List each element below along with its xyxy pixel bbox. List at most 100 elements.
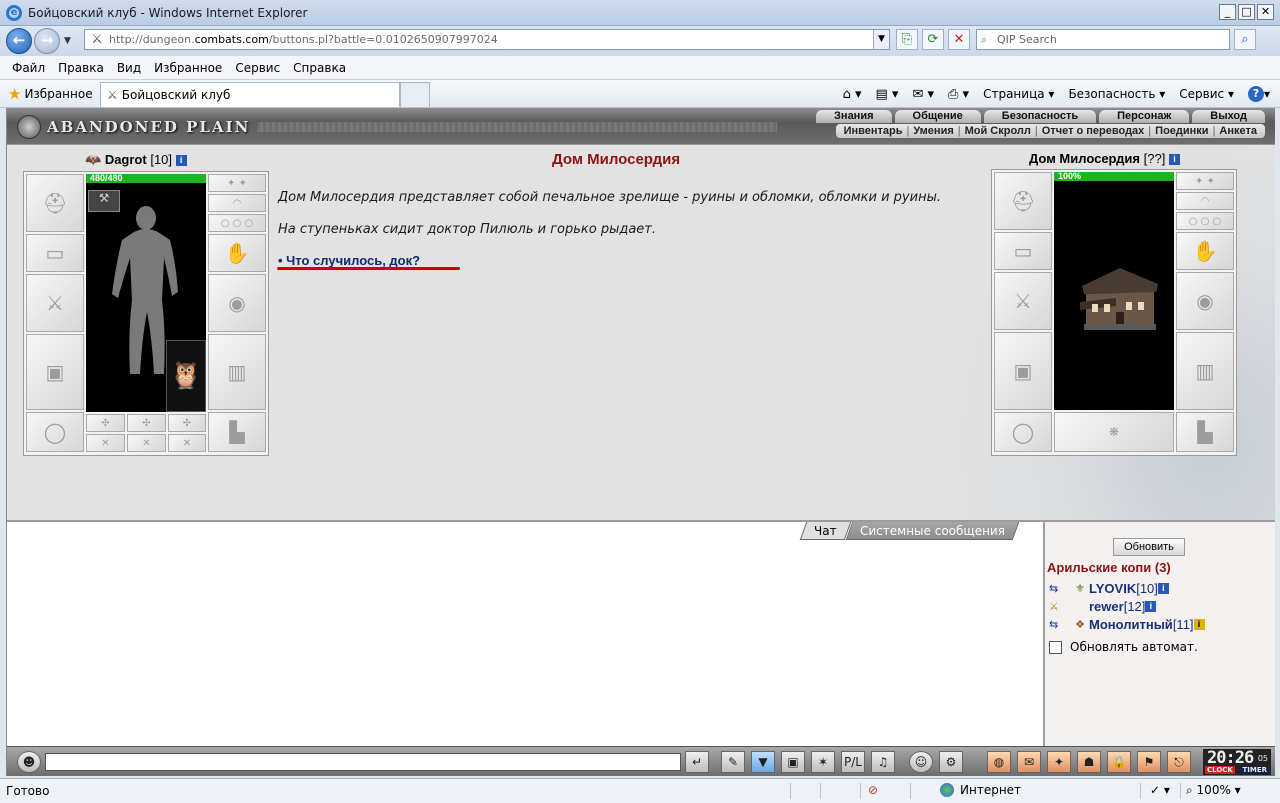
sub-menu-profile[interactable]: Анкета	[1219, 125, 1257, 137]
address-url[interactable]: http://dungeon.combats.com/buttons.pl?ba…	[109, 33, 498, 46]
refresh-icon[interactable]: ⟳	[922, 29, 944, 50]
refresh-button[interactable]: Обновить	[1113, 538, 1185, 556]
chat-messages[interactable]: Чат Системные сообщения	[7, 522, 1043, 746]
user-nick[interactable]: rewer	[1089, 599, 1124, 614]
minimize-button[interactable]: _	[1219, 4, 1236, 20]
chat-input[interactable]	[45, 753, 681, 771]
sub-menu-battles[interactable]: Поединки	[1155, 125, 1208, 137]
menu-tools[interactable]: Сервис	[235, 61, 280, 75]
user-info-icon[interactable]: i	[1193, 618, 1205, 630]
page-menu[interactable]: Страница ▾	[983, 87, 1054, 101]
lock-icon[interactable]: 🔒	[1107, 751, 1131, 773]
rune-slot-icon[interactable]: ✕	[86, 434, 125, 452]
top-menu-communication[interactable]: Общение	[894, 110, 981, 123]
private-message-icon[interactable]: ⇆	[1049, 582, 1071, 595]
stop-icon[interactable]: ✕	[948, 29, 970, 50]
favorites-star-icon[interactable]: ★	[8, 85, 21, 103]
tab-system-messages[interactable]: Системные сообщения	[845, 522, 1019, 540]
menu-view[interactable]: Вид	[117, 61, 141, 75]
maximize-button[interactable]: □	[1238, 4, 1255, 20]
help-menu[interactable]: ? ▾	[1247, 86, 1270, 102]
clock-label[interactable]: CLOCK	[1205, 766, 1235, 774]
print-icon[interactable]: ⎙ ▾	[948, 87, 969, 102]
menu-favorites[interactable]: Избранное	[154, 61, 222, 75]
shield-slot-icon[interactable]: ◉	[208, 274, 266, 332]
new-tab-button[interactable]	[400, 82, 430, 107]
user-info-icon[interactable]: i	[1145, 600, 1157, 612]
protected-mode-toggle-icon[interactable]: ✓ ▾	[1150, 783, 1170, 797]
user-nick[interactable]: LYOVIK	[1089, 581, 1136, 596]
search-go-button[interactable]: ⌕	[1234, 29, 1256, 50]
rune-slot-icon[interactable]: ✣	[86, 414, 125, 432]
backpack-icon[interactable]: ◍	[987, 751, 1011, 773]
owl-pet-icon[interactable]: 🦉	[166, 340, 206, 412]
leggings-slot-icon[interactable]: ▥	[208, 334, 266, 410]
top-menu-character[interactable]: Персонаж	[1099, 110, 1190, 123]
feeds-icon[interactable]: ▤ ▾	[876, 87, 899, 102]
pl-translit-icon[interactable]: P/L	[841, 751, 865, 773]
helmet-slot-icon[interactable]: ⛑	[26, 174, 84, 232]
tools-menu[interactable]: Сервис ▾	[1179, 87, 1234, 101]
menu-edit[interactable]: Правка	[58, 61, 104, 75]
fighters-icon[interactable]: ✶	[811, 751, 835, 773]
favorites-button[interactable]: Избранное	[24, 87, 92, 101]
scroll-icon[interactable]: ✉	[1017, 751, 1041, 773]
settings-icon[interactable]: ⚙	[939, 751, 963, 773]
dialog-option-link[interactable]: • Что случилось, док?	[278, 253, 420, 268]
rune-slot-icon[interactable]: ✕	[168, 434, 206, 452]
armor-slot-icon[interactable]: ▣	[26, 334, 84, 410]
mail-icon[interactable]: ✉ ▾	[912, 87, 934, 102]
sound-icon[interactable]: ♫	[871, 751, 895, 773]
sub-menu-transfers[interactable]: Отчет о переводах	[1042, 125, 1145, 137]
in-battle-icon[interactable]: ⚔	[1049, 600, 1071, 613]
user-info-icon[interactable]: i	[1157, 582, 1169, 594]
exit-icon[interactable]: ⎋	[1167, 751, 1191, 773]
boots-slot-icon[interactable]: ▙	[208, 412, 266, 452]
menu-file[interactable]: Файл	[12, 61, 45, 75]
earrings-slot-icon[interactable]: ✦ ✦	[208, 174, 266, 192]
forward-button[interactable]: →	[34, 28, 60, 54]
close-button[interactable]: ✕	[1257, 4, 1274, 20]
auto-refresh-checkbox[interactable]	[1049, 640, 1062, 654]
weapon-slot-icon[interactable]: ⚔	[26, 274, 84, 332]
rings-slot-icon[interactable]: ○ ○ ○	[208, 214, 266, 232]
smiles-icon[interactable]: ☺	[909, 751, 933, 773]
amulet-slot-icon[interactable]: ◠	[208, 194, 266, 212]
security-zone[interactable]: Интернет	[940, 783, 1021, 797]
belt-slot-icon[interactable]: ◯	[26, 412, 84, 452]
history-dropdown-icon[interactable]: ▼	[64, 36, 71, 46]
bracers-slot-icon[interactable]: ▭	[26, 234, 84, 272]
sub-menu-skills[interactable]: Умения	[913, 125, 953, 137]
security-menu[interactable]: Безопасность ▾	[1068, 87, 1165, 101]
smiley-head-icon[interactable]: ☻	[17, 751, 41, 773]
player-info-icon[interactable]: i	[175, 155, 187, 166]
rune-slot-icon[interactable]: ✕	[127, 434, 166, 452]
protected-mode-icon[interactable]: ⊘	[868, 783, 878, 797]
save-log-icon[interactable]: ▣	[781, 751, 805, 773]
address-bar[interactable]: ⚔ http://dungeon.combats.com/buttons.pl?…	[84, 29, 890, 50]
back-button[interactable]: ←	[6, 28, 32, 54]
top-menu-knowledge[interactable]: Знания	[816, 110, 892, 123]
top-menu-exit[interactable]: Выход	[1192, 110, 1265, 123]
search-input[interactable]: ⌕ QIP Search	[976, 29, 1230, 50]
rune-slot-icon[interactable]: ✣	[127, 414, 166, 432]
timer-label[interactable]: TIMER	[1240, 766, 1269, 774]
address-dropdown-icon[interactable]: ▼	[873, 30, 889, 49]
character-icon[interactable]: ☗	[1077, 751, 1101, 773]
zoom-level[interactable]: ⌕ 100% ▾	[1186, 783, 1241, 798]
sub-menu-inventory[interactable]: Инвентарь	[844, 125, 903, 137]
map-icon[interactable]: ✦	[1047, 751, 1071, 773]
sub-menu-my-scroll[interactable]: Мой Скролл	[965, 125, 1031, 137]
send-enter-icon[interactable]: ↵	[685, 751, 709, 773]
user-nick[interactable]: Монолитный	[1089, 617, 1173, 632]
npc-info-icon[interactable]: i	[1168, 154, 1180, 165]
gloves-slot-icon[interactable]: ✋	[208, 234, 266, 272]
home-icon[interactable]: ⌂ ▾	[843, 87, 862, 102]
private-message-icon[interactable]: ⇆	[1049, 618, 1071, 631]
eraser-icon[interactable]: ✎	[721, 751, 745, 773]
compatibility-icon[interactable]: ⎘	[896, 29, 918, 50]
menu-help[interactable]: Справка	[293, 61, 346, 75]
filter-icon[interactable]: ▼	[751, 751, 775, 773]
flag-icon[interactable]: ⚑	[1137, 751, 1161, 773]
tab-chat[interactable]: Чат	[799, 522, 851, 540]
